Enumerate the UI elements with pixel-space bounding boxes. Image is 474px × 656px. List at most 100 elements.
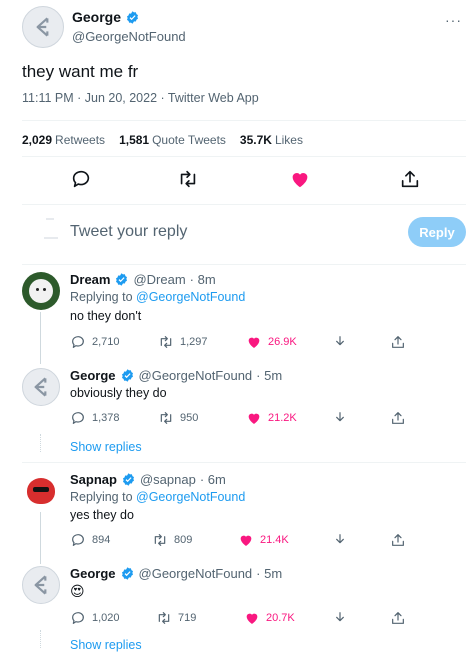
like-button[interactable]: 26.9K	[246, 334, 297, 350]
likes-stat[interactable]: 35.7K Likes	[240, 133, 303, 147]
heart-icon	[246, 334, 262, 350]
tweet-meta: 11:11 PM · Jun 20, 2022 · Twitter Web Ap…	[22, 91, 259, 105]
reply-tweet[interactable]: Sapnap @sapnap · 6m Replying to @GeorgeN…	[22, 472, 466, 558]
reply-button[interactable]: 894	[70, 532, 110, 548]
downvote-button[interactable]	[332, 610, 348, 626]
reply-author-row: George @GeorgeNotFound · 5m	[70, 566, 282, 581]
heart-icon	[244, 610, 260, 626]
reply-icon	[70, 410, 86, 426]
downvote-button[interactable]	[332, 532, 348, 548]
retweet-icon[interactable]	[177, 168, 199, 190]
thread-line	[40, 512, 41, 564]
share-icon[interactable]	[399, 168, 421, 190]
reply-text: yes they do	[70, 508, 134, 522]
share-button[interactable]	[390, 334, 406, 350]
tweet-text: they want me fr	[22, 62, 139, 81]
retweet-icon	[152, 532, 168, 548]
divider	[22, 264, 466, 265]
replying-to-link[interactable]: @GeorgeNotFound	[136, 290, 245, 304]
arrow-down-icon	[332, 610, 348, 626]
reply-author-handle[interactable]: @Dream	[133, 272, 185, 287]
reply-tweet[interactable]: Dream @Dream · 8m Replying to @GeorgeNot…	[22, 272, 466, 358]
verified-badge-icon	[120, 368, 135, 383]
george-logo-icon	[30, 14, 56, 40]
share-icon	[390, 532, 406, 548]
verified-badge-icon	[125, 10, 140, 25]
quote-tweets-stat[interactable]: 1,581 Quote Tweets	[119, 133, 226, 147]
avatar[interactable]	[22, 472, 60, 510]
reply-actions: 2,710 1,297 26.9K	[70, 334, 410, 352]
reply-author-name[interactable]: Dream	[70, 272, 110, 287]
george-logo-icon	[28, 572, 54, 598]
share-button[interactable]	[390, 410, 406, 426]
reply-time[interactable]: · 5m	[256, 368, 282, 383]
reply-author-handle[interactable]: @sapnap	[140, 472, 196, 487]
reply-text: no they don't	[70, 309, 142, 323]
reply-input[interactable]: Tweet your reply	[70, 223, 187, 241]
replying-to: Replying to @GeorgeNotFound	[70, 290, 246, 304]
more-options-icon[interactable]: ···	[445, 12, 462, 28]
thread-line	[40, 312, 41, 364]
arrow-down-icon	[332, 410, 348, 426]
retweet-button[interactable]: 1,297	[158, 334, 208, 350]
avatar[interactable]	[22, 6, 64, 48]
reply-author-row: Sapnap @sapnap · 6m	[70, 472, 226, 487]
reply-author-handle[interactable]: @GeorgeNotFound	[139, 566, 253, 581]
replying-to: Replying to @GeorgeNotFound	[70, 490, 246, 504]
downvote-button[interactable]	[332, 410, 348, 426]
reply-icon[interactable]	[70, 168, 92, 190]
reply-actions: 1,020 719 20.7K	[70, 610, 410, 628]
like-button[interactable]: 21.4K	[238, 532, 289, 548]
avatar[interactable]	[22, 368, 60, 406]
main-tweet-header: George @GeorgeNotFound ···	[22, 4, 462, 48]
reply-text: 😍	[70, 583, 85, 599]
reply-time[interactable]: · 8m	[190, 272, 216, 287]
reply-author-name[interactable]: George	[70, 368, 116, 383]
show-replies-link[interactable]: Show replies	[70, 638, 142, 652]
like-button[interactable]: 21.2K	[246, 410, 297, 426]
retweet-button[interactable]: 809	[152, 532, 192, 548]
share-icon	[390, 334, 406, 350]
reply-author-name[interactable]: George	[70, 566, 116, 581]
reply-author-handle[interactable]: @GeorgeNotFound	[139, 368, 253, 383]
avatar[interactable]	[22, 566, 60, 604]
reply-actions: 1,378 950 21.2K	[70, 410, 410, 428]
heart-icon	[246, 410, 262, 426]
reply-button[interactable]: 2,710	[70, 334, 120, 350]
author-name-row[interactable]: George	[72, 9, 140, 25]
divider	[22, 120, 466, 121]
reply-author-row: George @GeorgeNotFound · 5m	[70, 368, 282, 383]
reply-time[interactable]: · 6m	[200, 472, 226, 487]
verified-badge-icon	[121, 472, 136, 487]
author-name[interactable]: George	[72, 9, 121, 25]
share-icon	[390, 610, 406, 626]
retweet-button[interactable]: 719	[156, 610, 196, 626]
retweets-stat[interactable]: 2,029 Retweets	[22, 133, 105, 147]
reply-author-name[interactable]: Sapnap	[70, 472, 117, 487]
sapnap-avatar-icon	[27, 478, 55, 504]
arrow-down-icon	[332, 334, 348, 350]
reply-button[interactable]: 1,020	[70, 610, 120, 626]
replying-to-link[interactable]: @GeorgeNotFound	[136, 490, 245, 504]
reply-button[interactable]: 1,378	[70, 410, 120, 426]
george-logo-icon	[28, 374, 54, 400]
reply-button[interactable]: Reply	[408, 217, 466, 247]
thread-dots	[40, 630, 41, 648]
retweet-button[interactable]: 950	[158, 410, 198, 426]
avatar[interactable]	[22, 272, 60, 310]
divider	[22, 156, 466, 157]
main-tweet-actions	[22, 168, 442, 192]
like-button[interactable]: 20.7K	[244, 610, 295, 626]
reply-icon	[70, 610, 86, 626]
author-handle[interactable]: @GeorgeNotFound	[72, 29, 186, 44]
like-icon[interactable]	[289, 168, 311, 190]
retweet-icon	[156, 610, 172, 626]
share-button[interactable]	[390, 532, 406, 548]
share-button[interactable]	[390, 610, 406, 626]
downvote-button[interactable]	[332, 334, 348, 350]
reply-time[interactable]: · 5m	[256, 566, 282, 581]
show-replies-link[interactable]: Show replies	[70, 440, 142, 454]
tweet-stats: 2,029 Retweets 1,581 Quote Tweets 35.7K Lik…	[22, 133, 303, 147]
reply-icon	[70, 334, 86, 350]
divider	[22, 204, 466, 205]
